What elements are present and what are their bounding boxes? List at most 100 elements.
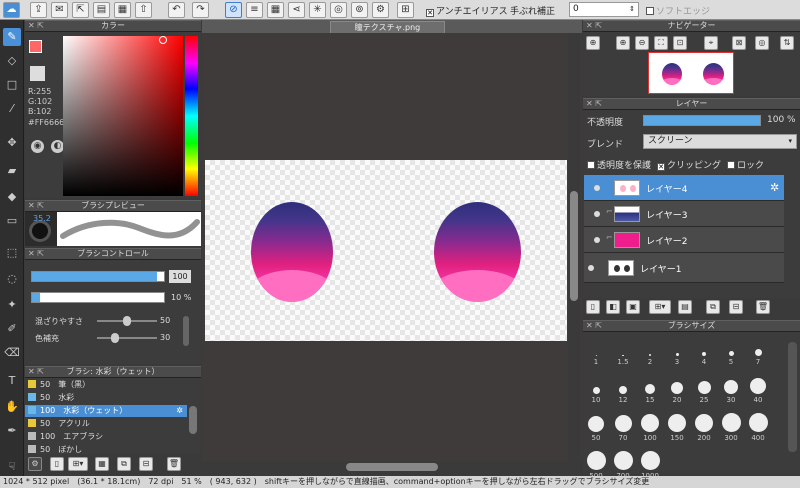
panel-close-icon[interactable]: ✕ ⇱	[28, 367, 44, 377]
dot-tool-icon[interactable]: ⁄	[3, 100, 21, 118]
duplicate-layer-icon[interactable]: ⧉	[706, 300, 720, 314]
canvas-horizontal-scrollbar[interactable]	[202, 461, 568, 473]
select-tool-icon[interactable]: ⬚	[3, 244, 21, 262]
panel-close-icon[interactable]: ✕ ⇱	[586, 21, 602, 31]
brush-size-option[interactable]: 12	[611, 374, 635, 410]
zoom-in-icon[interactable]: ⊕	[586, 36, 600, 50]
horizontal-scroll-thumb[interactable]	[346, 463, 438, 471]
panel-close-icon[interactable]: ✕ ⇱	[28, 249, 44, 259]
new-brush-icon[interactable]: ▯	[50, 457, 64, 471]
brush-size-value[interactable]: 100	[169, 270, 191, 283]
brush-item[interactable]: 50 ぼかし	[25, 444, 187, 454]
export-icon[interactable]: ⇧	[135, 2, 152, 18]
fill-slider[interactable]	[97, 333, 157, 343]
lock-view-icon[interactable]: ⇅	[780, 36, 794, 50]
brush-folder-icon[interactable]: ▦	[95, 457, 109, 471]
brush-size-option[interactable]: 5	[719, 336, 743, 372]
add-layer-dropdown-icon[interactable]: ⊞▾	[649, 300, 671, 314]
gear-icon[interactable]: ✲	[770, 181, 779, 194]
vanishing-snap-icon[interactable]: ⋖	[288, 2, 305, 18]
brush-control-scrollbar[interactable]	[183, 316, 189, 346]
brush-size-option[interactable]: 25	[692, 374, 716, 410]
protect-alpha-checkbox[interactable]: 透明度を保護	[587, 158, 651, 171]
brush-size-option[interactable]: 20	[665, 374, 689, 410]
soft-edge-checkbox[interactable]: ソフトエッジ	[646, 4, 710, 17]
select-pen-icon[interactable]: ✐	[3, 320, 21, 338]
brush-size-option[interactable]: 400	[746, 412, 770, 448]
gear-snap-icon[interactable]: ⚙	[372, 2, 389, 18]
brush-size-option[interactable]: 10	[584, 374, 608, 410]
canvas-vertical-scrollbar[interactable]	[568, 33, 580, 461]
sheet-icon[interactable]: ▦	[114, 2, 131, 18]
gear-icon[interactable]: ✲	[176, 405, 183, 417]
document-icon[interactable]: ▤	[93, 2, 110, 18]
brush-size-option[interactable]: 40	[746, 374, 770, 410]
snap-off-icon[interactable]: ⊘	[225, 2, 242, 18]
brush-list-scrollbar[interactable]	[189, 406, 197, 434]
circle-snap-icon[interactable]: ◎	[330, 2, 347, 18]
panel-close-icon[interactable]: ✕ ⇱	[586, 99, 602, 109]
select-eraser-icon[interactable]: ⌫	[3, 344, 21, 362]
fit-screen-icon[interactable]: ⛶	[654, 36, 668, 50]
panel-close-icon[interactable]: ✕ ⇱	[28, 201, 44, 211]
share-icon[interactable]: ⇱	[72, 2, 89, 18]
delete-brush-icon[interactable]: 🗑	[167, 457, 181, 471]
mix-slider-knob[interactable]	[123, 316, 131, 326]
rotate-icon[interactable]: ⌖	[704, 36, 718, 50]
brush-item-selected[interactable]: 100 水彩（ウェット） ✲	[25, 405, 187, 417]
visibility-icon[interactable]	[588, 265, 594, 271]
layer-row-selected[interactable]: レイヤー4 ✲	[584, 175, 784, 201]
lasso-tool-icon[interactable]: ◌	[3, 270, 21, 288]
lock-checkbox[interactable]: ロック	[727, 158, 764, 171]
hand-tool-icon[interactable]: ☟	[3, 458, 21, 476]
merge-layer-icon[interactable]: ⊟	[729, 300, 743, 314]
reset-rotation-icon[interactable]: ◎	[755, 36, 769, 50]
panel-close-icon[interactable]: ✕ ⇱	[28, 21, 44, 31]
fill-slider-knob[interactable]	[111, 333, 119, 343]
operation-tool-icon[interactable]: ✋	[3, 398, 21, 416]
brush-size-slider[interactable]	[31, 271, 165, 282]
text-tool-icon[interactable]: T	[3, 372, 21, 390]
brush-size-option[interactable]: 100	[638, 412, 662, 448]
parallel-snap-icon[interactable]: ≡	[246, 2, 263, 18]
brush-size-option[interactable]: 30	[719, 374, 743, 410]
actual-size-icon[interactable]: ⊡	[673, 36, 687, 50]
zoom-out-icon[interactable]: ⊖	[635, 36, 649, 50]
brush-size-option[interactable]: 15	[638, 374, 662, 410]
magic-wand-icon[interactable]: ✦	[3, 296, 21, 314]
layer-opacity-slider[interactable]	[643, 115, 761, 126]
mix-slider[interactable]	[97, 316, 157, 326]
brush-item[interactable]: 50 水彩	[25, 392, 187, 404]
undo-icon[interactable]: ↶	[168, 2, 185, 18]
zoom-in-icon[interactable]: ⊕	[616, 36, 630, 50]
bucket-tool-icon[interactable]: ◆	[3, 188, 21, 206]
layer-row[interactable]: ⌐ レイヤー3	[584, 201, 784, 227]
saturation-value-picker[interactable]	[63, 36, 183, 196]
brush-size-option[interactable]: 50	[584, 412, 608, 448]
layer-row[interactable]: ⌐ レイヤー2	[584, 227, 784, 253]
clipping-checkbox[interactable]: ✕ クリッピング	[657, 158, 721, 171]
brush-size-option[interactable]: 1	[584, 336, 608, 372]
vertical-scroll-thumb[interactable]	[570, 191, 578, 301]
new-halftone-layer-icon[interactable]: ◧	[606, 300, 620, 314]
add-brush-dropdown-icon[interactable]: ⊞▾	[68, 457, 88, 471]
brush-size-scrollbar[interactable]	[788, 342, 797, 452]
brush-size-option[interactable]: 200	[692, 412, 716, 448]
color-picker-cursor[interactable]	[159, 36, 167, 44]
brush-size-option[interactable]: 1.5	[611, 336, 635, 372]
brush-size-option[interactable]: 70	[611, 412, 635, 448]
fill-tool-icon[interactable]: ▰	[3, 162, 21, 180]
gradient-tool-icon[interactable]: ▭	[3, 212, 21, 230]
flip-icon[interactable]: ⊠	[732, 36, 746, 50]
setting-icon[interactable]: ⊞	[397, 2, 414, 18]
brush-size-option[interactable]: 3	[665, 336, 689, 372]
redo-icon[interactable]: ↷	[192, 2, 209, 18]
new-layer-icon[interactable]: ▯	[586, 300, 600, 314]
brush-size-option[interactable]: 4	[692, 336, 716, 372]
copy-brush-icon[interactable]: ⊟	[139, 457, 153, 471]
delete-layer-icon[interactable]: 🗑	[756, 300, 770, 314]
brush-size-option[interactable]: 300	[719, 412, 743, 448]
brush-size-option[interactable]: 150	[665, 412, 689, 448]
brush-size-option[interactable]: 2	[638, 336, 662, 372]
radial-snap-icon[interactable]: ✳	[309, 2, 326, 18]
